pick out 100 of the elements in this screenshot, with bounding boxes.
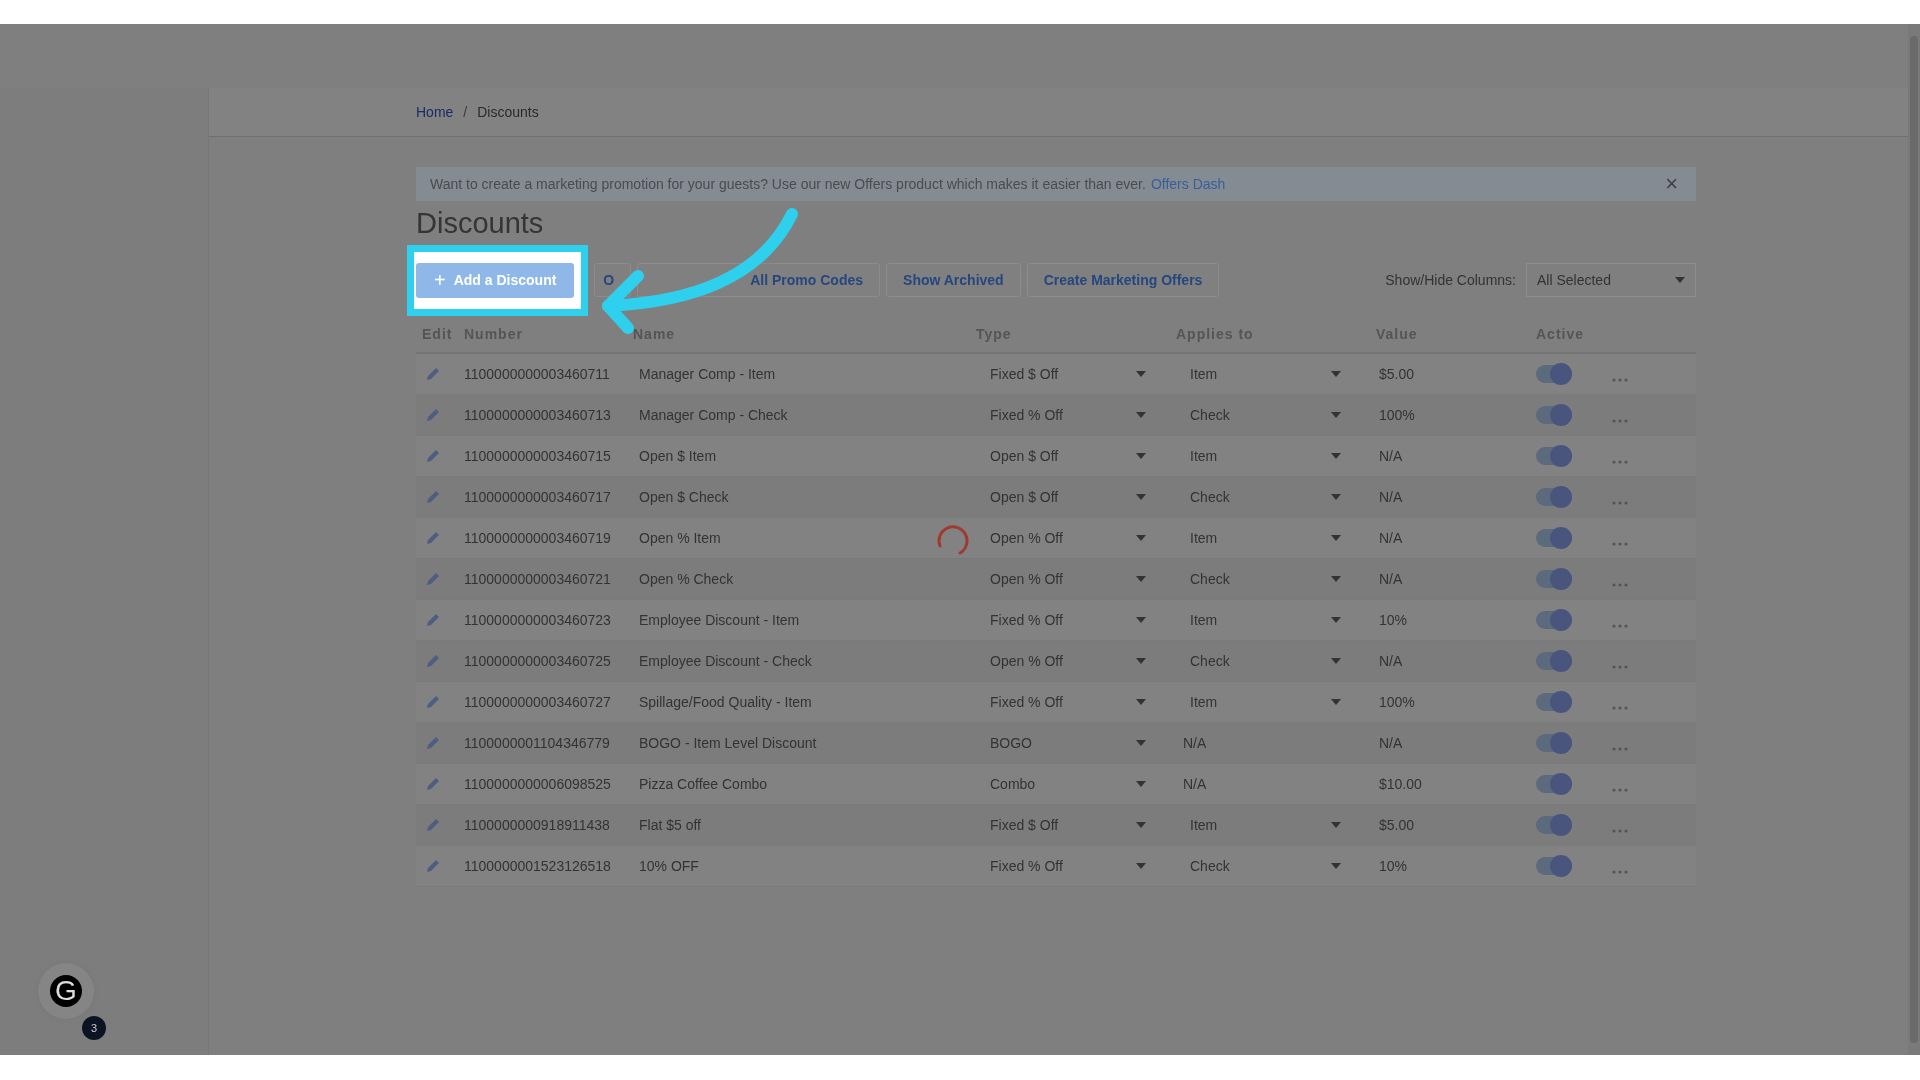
breadcrumb-link[interactable]: Home <box>416 104 454 120</box>
applies-select[interactable]: Item <box>1176 530 1341 546</box>
caret-icon <box>1136 535 1146 541</box>
value-cell-text: N/A <box>1378 489 1404 505</box>
active-toggle[interactable] <box>1536 693 1572 711</box>
applies-select[interactable]: Check <box>1176 407 1341 423</box>
type-select[interactable]: Open % Off <box>976 530 1146 546</box>
add-discount-button[interactable]: + Add a Discount <box>416 262 575 298</box>
active-toggle[interactable] <box>1536 365 1572 383</box>
applies-select[interactable]: Item <box>1176 366 1341 382</box>
toolbar-button[interactable]: Create Marketing Offers <box>1026 263 1220 297</box>
type-select[interactable]: Open $ Off <box>976 489 1146 505</box>
pencil-icon[interactable] <box>425 571 441 587</box>
caret-icon <box>1136 617 1146 623</box>
value-cell-text: 10% <box>1378 858 1409 874</box>
value-cell-text: N/A <box>1378 571 1404 587</box>
type-select[interactable]: Open % Off <box>976 571 1146 587</box>
active-toggle[interactable] <box>1536 652 1572 670</box>
active-toggle[interactable] <box>1536 775 1572 793</box>
pencil-icon[interactable] <box>425 366 441 382</box>
applies-select[interactable]: Item <box>1176 448 1341 464</box>
caret-icon <box>1675 277 1685 283</box>
offers-dash-link[interactable]: Offers Dash <box>1150 176 1226 192</box>
caret-icon <box>1331 576 1341 582</box>
number-cell-text: 1100000000006098525 <box>463 776 612 792</box>
caret-icon <box>1136 412 1146 418</box>
applies-select[interactable]: Item <box>1176 694 1341 710</box>
pencil-icon[interactable] <box>425 776 441 792</box>
type-select[interactable]: Fixed $ Off <box>976 366 1146 382</box>
active-toggle[interactable] <box>1536 406 1572 424</box>
pencil-icon[interactable] <box>425 530 441 546</box>
caret-icon <box>1136 371 1146 377</box>
type-select[interactable]: Open $ Off <box>976 448 1146 464</box>
applies-select[interactable]: Check <box>1176 858 1341 874</box>
type-select[interactable]: Combo <box>976 776 1146 792</box>
type-select[interactable]: Fixed % Off <box>976 612 1146 628</box>
active-toggle[interactable] <box>1536 570 1572 588</box>
value-cell-text: 100% <box>1378 694 1416 710</box>
pencil-icon[interactable] <box>425 489 441 505</box>
caret-icon <box>1136 453 1146 459</box>
number-cell-text: 1100000000003460713 <box>463 407 612 423</box>
active-toggle[interactable] <box>1536 529 1572 547</box>
value-cell-text: $10.00 <box>1378 776 1423 792</box>
applies-select[interactable]: Check <box>1176 489 1341 505</box>
active-toggle[interactable] <box>1536 447 1572 465</box>
type-select[interactable]: Fixed $ Off <box>976 817 1146 833</box>
type-select[interactable]: BOGO <box>976 735 1146 751</box>
number-cell-text: 1100000000003460725 <box>463 653 612 669</box>
value-cell-text: N/A <box>1378 653 1404 669</box>
pencil-icon[interactable] <box>425 448 441 464</box>
active-toggle[interactable] <box>1536 816 1572 834</box>
name-cell-text: Pizza Coffee Combo <box>638 776 769 792</box>
pencil-icon[interactable] <box>425 858 441 874</box>
name-cell-text: Spillage/Food Quality - Item <box>638 694 813 710</box>
name-cell-text: Employee Discount - Item <box>638 612 801 628</box>
active-toggle[interactable] <box>1536 734 1572 752</box>
caret-icon <box>1136 863 1146 869</box>
type-select[interactable]: Fixed % Off <box>976 407 1146 423</box>
applies-cell-text: N/A <box>1182 735 1208 751</box>
pencil-icon[interactable] <box>425 817 441 833</box>
columns-select[interactable]: All Selected <box>1526 263 1696 297</box>
active-toggle[interactable] <box>1536 857 1572 875</box>
caret-icon <box>1136 699 1146 705</box>
type-select[interactable]: Fixed % Off <box>976 858 1146 874</box>
name-cell-text: Manager Comp - Item <box>638 366 777 382</box>
applies-select[interactable]: Check <box>1176 653 1341 669</box>
number-cell-text: 1100000000918911438 <box>463 817 611 833</box>
close-button[interactable]: × <box>1661 173 1682 195</box>
applies-select[interactable]: Item <box>1176 817 1341 833</box>
pencil-icon[interactable] <box>425 735 441 751</box>
value-cell-text: $5.00 <box>1378 366 1416 382</box>
number-cell-text: 1100000001104346779 <box>463 735 611 751</box>
caret-icon <box>1331 453 1341 459</box>
caret-icon <box>1331 371 1341 377</box>
columns-label: Show/Hide Columns: <box>1385 272 1516 288</box>
pencil-icon[interactable] <box>425 694 441 710</box>
active-toggle[interactable] <box>1536 611 1572 629</box>
value-cell-text: N/A <box>1378 735 1404 751</box>
caret-icon <box>1136 576 1146 582</box>
applies-select[interactable]: Item <box>1176 612 1341 628</box>
caret-icon <box>1331 863 1341 869</box>
applies-select[interactable]: Check <box>1176 571 1341 587</box>
toolbar-button[interactable]: Show Archived <box>886 263 1021 297</box>
applies-cell-text: N/A <box>1182 776 1208 792</box>
caret-icon <box>1331 658 1341 664</box>
caret-icon <box>1331 412 1341 418</box>
pencil-icon[interactable] <box>425 612 441 628</box>
active-toggle[interactable] <box>1536 488 1572 506</box>
number-cell-text: 1100000000003460711 <box>463 366 611 382</box>
pencil-icon[interactable] <box>425 407 441 423</box>
caret-icon <box>1331 494 1341 500</box>
number-cell-text: 1100000000003460727 <box>463 694 612 710</box>
value-cell-text: N/A <box>1378 448 1404 464</box>
caret-icon <box>1136 658 1146 664</box>
type-select[interactable]: Open % Off <box>976 653 1146 669</box>
page-title: Discounts <box>416 207 545 240</box>
type-select[interactable]: Fixed % Off <box>976 694 1146 710</box>
pencil-icon[interactable] <box>425 653 441 669</box>
name-cell-text: Employee Discount - Check <box>638 653 813 669</box>
value-cell-text: N/A <box>1378 530 1404 546</box>
